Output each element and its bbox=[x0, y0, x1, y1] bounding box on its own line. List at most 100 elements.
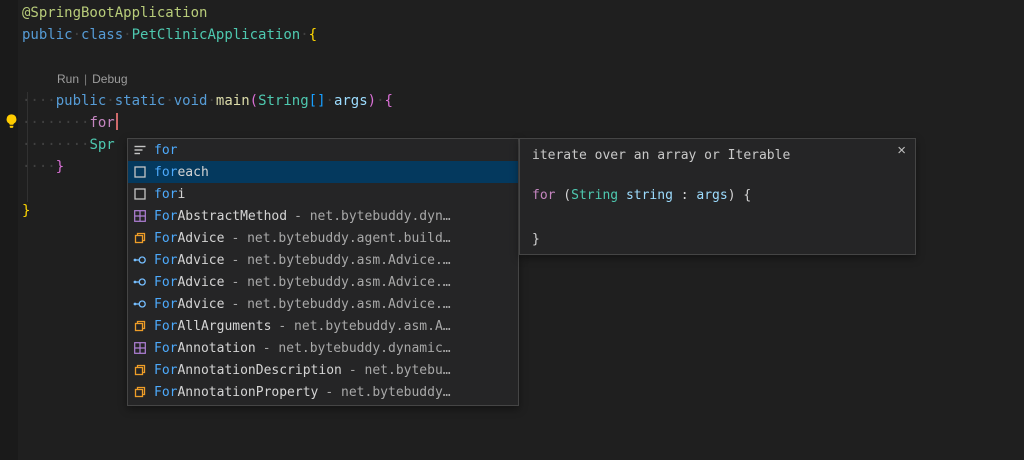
suggestion-label: Annotation bbox=[177, 341, 255, 356]
suggestion-detail: - net.bytebuddy… bbox=[325, 385, 450, 400]
suggestion-item[interactable]: ForAbstractMethod- net.bytebuddy.dyn… bbox=[128, 205, 518, 227]
code-token: args bbox=[334, 93, 368, 109]
code-token: for bbox=[532, 188, 555, 203]
symbol-interface-icon bbox=[132, 252, 148, 268]
code-token: public bbox=[22, 27, 73, 43]
code-token: } bbox=[532, 232, 540, 247]
code-token: args bbox=[696, 188, 727, 203]
suggestion-label: AnnotationProperty bbox=[177, 385, 318, 400]
close-icon[interactable]: × bbox=[897, 142, 906, 159]
suggestion-item[interactable]: ForAnnotation - net.bytebuddy.dynamic… bbox=[128, 337, 518, 359]
symbol-snippet-icon bbox=[132, 186, 148, 202]
docs-code-line: for (String string : args) { bbox=[532, 185, 751, 207]
codelens-run-link[interactable]: Run bbox=[57, 72, 79, 86]
suggestion-label-match: for bbox=[154, 187, 177, 202]
codelens-debug-link[interactable]: Debug bbox=[92, 72, 127, 86]
suggestion-label: AnnotationDescription bbox=[177, 363, 341, 378]
suggestion-label-match: For bbox=[154, 341, 177, 356]
lightbulb-icon[interactable] bbox=[3, 113, 20, 130]
code-line: ····} bbox=[22, 156, 64, 178]
editor-gutter bbox=[0, 0, 18, 460]
suggestion-detail: - net.bytebuddy.dynamic… bbox=[263, 341, 451, 356]
suggestion-detail: - net.bytebuddy.asm.Advice.… bbox=[231, 297, 450, 312]
code-token: · bbox=[106, 93, 114, 109]
code-line: @SpringBootApplication bbox=[22, 2, 207, 24]
code-token: ( bbox=[250, 93, 258, 109]
code-token: [] bbox=[309, 93, 326, 109]
suggestion-item[interactable]: for bbox=[128, 139, 518, 161]
symbol-keyword-icon bbox=[132, 142, 148, 158]
suggestion-label: Advice bbox=[177, 253, 224, 268]
code-token: Spr bbox=[89, 137, 114, 153]
docs-summary: iterate over an array or Iterable bbox=[532, 148, 790, 163]
code-token: ( bbox=[555, 188, 571, 203]
suggestion-item[interactable]: foreach bbox=[128, 161, 518, 183]
suggestion-item[interactable]: ForAdvice - net.bytebuddy.asm.Advice.… bbox=[128, 293, 518, 315]
code-line: ········for bbox=[22, 112, 118, 134]
suggestion-label-match: For bbox=[154, 275, 177, 290]
suggestion-label: Advice bbox=[177, 275, 224, 290]
suggestion-item[interactable]: ForAdvice - net.bytebuddy.agent.build… bbox=[128, 227, 518, 249]
code-token: : bbox=[673, 188, 696, 203]
code-line: ····public·static·void·main(String[]·arg… bbox=[22, 90, 393, 112]
code-token: PetClinicApplication bbox=[132, 27, 301, 43]
suggestion-detail: - net.bytebu… bbox=[349, 363, 451, 378]
symbol-class-icon bbox=[132, 230, 148, 246]
code-token: ········ bbox=[22, 137, 89, 153]
code-token: · bbox=[326, 93, 334, 109]
code-token: main bbox=[216, 93, 250, 109]
suggest-docs-panel: iterate over an array or Iterable × for … bbox=[519, 138, 916, 255]
symbol-interface-icon bbox=[132, 296, 148, 312]
suggestion-label-match: For bbox=[154, 297, 177, 312]
code-token: string bbox=[626, 188, 673, 203]
code-token: ···· bbox=[22, 93, 56, 109]
docs-code-line: } bbox=[532, 229, 540, 251]
suggestion-label-match: For bbox=[154, 363, 177, 378]
code-token: · bbox=[73, 27, 81, 43]
suggestion-label-match: For bbox=[154, 253, 177, 268]
code-token: ) { bbox=[728, 188, 751, 203]
code-token: · bbox=[376, 93, 384, 109]
suggestion-label: Advice bbox=[177, 297, 224, 312]
text-cursor bbox=[116, 113, 118, 130]
code-token: ) bbox=[368, 93, 376, 109]
symbol-class-icon bbox=[132, 362, 148, 378]
suggestion-label-match: For bbox=[154, 231, 177, 246]
suggestion-label: Advice bbox=[177, 231, 224, 246]
suggestion-detail: - net.bytebuddy.agent.build… bbox=[231, 231, 450, 246]
suggestion-label-match: For bbox=[154, 385, 177, 400]
suggest-list: forforeachforiForAbstractMethod- net.byt… bbox=[128, 139, 518, 403]
code-line: public·class·PetClinicApplication·{ bbox=[22, 24, 317, 46]
code-token: public bbox=[56, 93, 107, 109]
suggestion-label-match: for bbox=[154, 165, 177, 180]
code-line: } bbox=[22, 200, 30, 222]
code-token: · bbox=[207, 93, 215, 109]
suggestion-item[interactable]: fori bbox=[128, 183, 518, 205]
symbol-structure-icon bbox=[132, 340, 148, 356]
code-line: ········Spr bbox=[22, 134, 115, 156]
code-token: { bbox=[309, 27, 317, 43]
suggestion-item[interactable]: ForAllArguments- net.bytebuddy.asm.A… bbox=[128, 315, 518, 337]
code-token: ········ bbox=[22, 115, 89, 131]
editor-screen: @SpringBootApplicationpublic·class·PetCl… bbox=[0, 0, 1024, 460]
suggestion-detail: - net.bytebuddy.asm.Advice.… bbox=[231, 275, 450, 290]
code-token bbox=[618, 188, 626, 203]
code-token: · bbox=[165, 93, 173, 109]
suggestion-item[interactable]: ForAdvice - net.bytebuddy.asm.Advice.… bbox=[128, 249, 518, 271]
symbol-interface-icon bbox=[132, 274, 148, 290]
suggest-widget: forforeachforiForAbstractMethod- net.byt… bbox=[127, 138, 519, 406]
code-token: String bbox=[258, 93, 309, 109]
suggestion-label: each bbox=[177, 165, 208, 180]
suggestion-item[interactable]: ForAnnotationDescription - net.bytebu… bbox=[128, 359, 518, 381]
code-token: · bbox=[123, 27, 131, 43]
suggestion-detail: - net.bytebuddy.asm.A… bbox=[278, 319, 450, 334]
suggestion-label: AbstractMethod bbox=[177, 209, 287, 224]
symbol-class-icon bbox=[132, 318, 148, 334]
code-token: static bbox=[115, 93, 166, 109]
suggestion-item[interactable]: ForAnnotationProperty - net.bytebuddy… bbox=[128, 381, 518, 403]
suggestion-item[interactable]: ForAdvice - net.bytebuddy.asm.Advice.… bbox=[128, 271, 518, 293]
suggestion-detail: - net.bytebuddy.asm.Advice.… bbox=[231, 253, 450, 268]
code-token: } bbox=[56, 159, 64, 175]
code-token: } bbox=[22, 203, 30, 219]
suggestion-label-match: For bbox=[154, 319, 177, 334]
